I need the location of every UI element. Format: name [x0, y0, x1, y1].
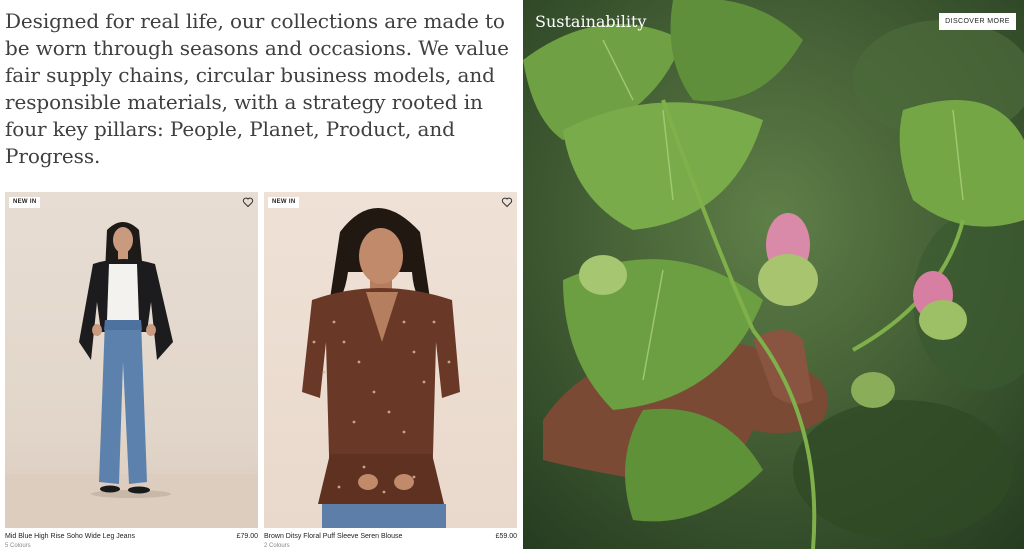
- heart-icon[interactable]: [242, 196, 254, 208]
- sustainability-panel[interactable]: Sustainability DISCOVER MORE: [523, 0, 1024, 549]
- product-image[interactable]: NEW IN: [264, 192, 517, 528]
- section-title: Sustainability: [535, 12, 647, 31]
- left-panel: Designed for real life, our collections …: [0, 0, 522, 549]
- product-name[interactable]: Brown Ditsy Floral Puff Sleeve Seren Blo…: [264, 532, 402, 541]
- new-in-badge: NEW IN: [9, 197, 41, 208]
- product-photo-jeans: [5, 222, 258, 528]
- product-card[interactable]: NEW IN Mid Blue High Rise Soho Wide Leg …: [5, 192, 258, 549]
- product-price: £59.00: [495, 533, 517, 540]
- product-image[interactable]: NEW IN: [5, 192, 258, 528]
- new-in-badge: NEW IN: [268, 197, 300, 208]
- intro-paragraph: Designed for real life, our collections …: [5, 9, 509, 168]
- product-colours: 2 Colours: [264, 543, 290, 549]
- discover-more-button[interactable]: DISCOVER MORE: [939, 13, 1016, 30]
- product-colours: 5 Colours: [5, 543, 31, 549]
- product-photo-blouse: [302, 208, 460, 528]
- product-price: £79.00: [236, 533, 258, 540]
- cotton-plant-photo: [523, 0, 1024, 549]
- heart-icon[interactable]: [501, 196, 513, 208]
- product-name[interactable]: Mid Blue High Rise Soho Wide Leg Jeans: [5, 532, 135, 541]
- product-card[interactable]: NEW IN Brown Ditsy Floral Puff Sleeve Se…: [264, 192, 517, 549]
